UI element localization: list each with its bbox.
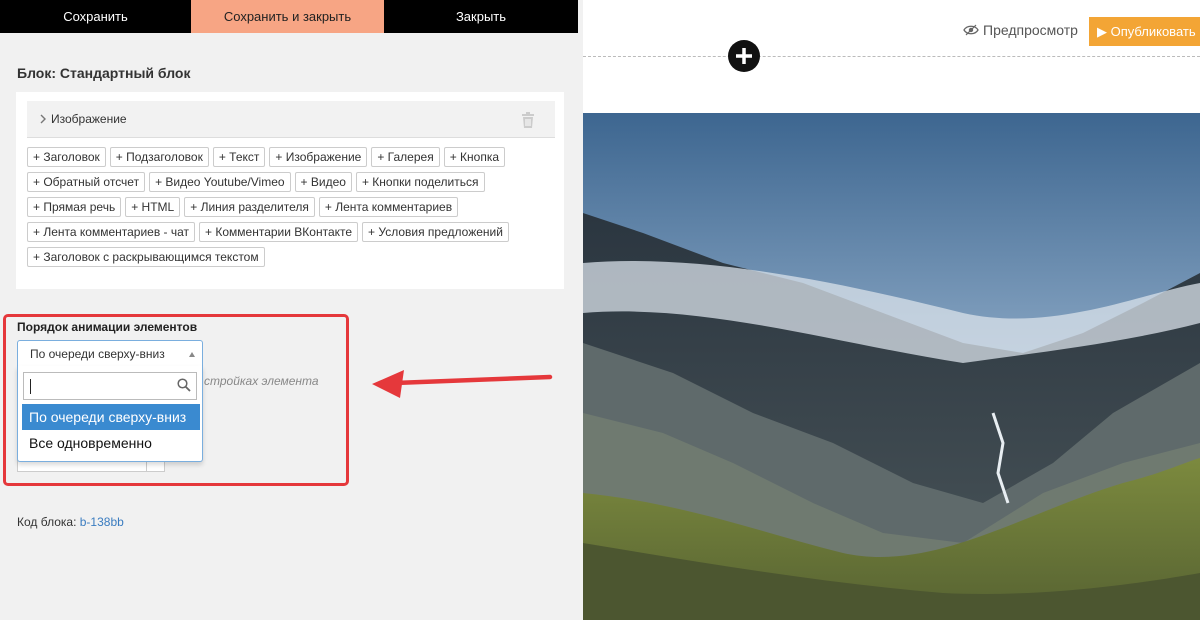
block-code: Код блока: b-138bb bbox=[17, 515, 124, 529]
add-buttons-row: + Лента комментариев - чат + Комментарии… bbox=[27, 222, 557, 242]
add-comments-chat-button[interactable]: + Лента комментариев - чат bbox=[27, 222, 196, 242]
add-video-button[interactable]: + Видео bbox=[294, 172, 352, 192]
add-youtube-video-button[interactable]: + Видео Youtube/Vimeo bbox=[149, 172, 291, 192]
animation-order-selected-value: По очереди сверху-вниз bbox=[30, 347, 165, 361]
add-buttons-row: + Прямая речь + HTML + Линия разделителя… bbox=[27, 197, 557, 217]
settings-hint-text: стройках элемента bbox=[204, 374, 319, 388]
preview-label: Предпросмотр bbox=[983, 22, 1078, 38]
publish-button[interactable]: ▶ Опубликовать и bbox=[1089, 17, 1200, 46]
dropdown-option-sequential[interactable]: По очереди сверху-вниз bbox=[22, 404, 200, 430]
close-button[interactable]: Закрыть bbox=[384, 0, 578, 33]
add-button-button[interactable]: + Кнопка bbox=[443, 147, 506, 167]
save-and-close-button[interactable]: Сохранить и закрыть bbox=[191, 0, 384, 33]
dropdown-option-simultaneous[interactable]: Все одновременно bbox=[22, 430, 200, 456]
add-html-button[interactable]: + HTML bbox=[125, 197, 181, 217]
add-buttons-row: + Обратный отсчет + Видео Youtube/Vimeo … bbox=[27, 172, 557, 192]
block-title: Блок: Стандартный блок bbox=[17, 65, 191, 81]
add-subheading-button[interactable]: + Подзаголовок bbox=[109, 147, 209, 167]
element-item-label: Изображение bbox=[51, 112, 127, 126]
block-divider bbox=[583, 56, 1200, 57]
add-share-buttons-button[interactable]: + Кнопки поделиться bbox=[355, 172, 485, 192]
plus-icon bbox=[736, 48, 752, 64]
trash-icon[interactable] bbox=[521, 112, 535, 133]
preview-button[interactable]: Предпросмотр bbox=[963, 22, 1078, 38]
add-gallery-button[interactable]: + Галерея bbox=[371, 147, 440, 167]
editor-panel: Сохранить Сохранить и закрыть Закрыть Бл… bbox=[0, 0, 583, 620]
search-icon bbox=[177, 378, 191, 397]
eye-icon bbox=[963, 24, 979, 36]
block-code-label: Код блока: bbox=[17, 515, 77, 529]
text-caret bbox=[30, 379, 31, 394]
add-image-button[interactable]: + Изображение bbox=[269, 147, 368, 167]
editor-toolbar: Сохранить Сохранить и закрыть Закрыть bbox=[0, 0, 578, 33]
element-item-image[interactable]: Изображение bbox=[27, 101, 555, 138]
red-arrow bbox=[372, 370, 553, 398]
animation-order-label: Порядок анимации элементов bbox=[17, 320, 198, 334]
add-element-buttons: + Заголовок + Подзаголовок + Текст + Изо… bbox=[27, 147, 557, 272]
select-arrow-icon bbox=[189, 352, 195, 357]
add-expandable-heading-button[interactable]: + Заголовок с раскрывающимся текстом bbox=[27, 247, 265, 267]
block-code-link[interactable]: b-138bb bbox=[80, 515, 124, 529]
elements-box: Изображение + Заголовок + Подзаголовок +… bbox=[16, 92, 564, 289]
save-button[interactable]: Сохранить bbox=[0, 0, 191, 33]
add-buttons-row: + Заголовок + Подзаголовок + Текст + Изо… bbox=[27, 147, 557, 167]
add-buttons-row: + Заголовок с раскрывающимся текстом bbox=[27, 247, 557, 267]
add-heading-button[interactable]: + Заголовок bbox=[27, 147, 106, 167]
add-countdown-button[interactable]: + Обратный отсчет bbox=[27, 172, 146, 192]
chevron-right-icon[interactable] bbox=[39, 112, 49, 126]
add-quote-button[interactable]: + Прямая речь bbox=[27, 197, 122, 217]
mountain-landscape-image bbox=[583, 113, 1200, 620]
add-comments-feed-button[interactable]: + Лента комментариев bbox=[318, 197, 459, 217]
add-vk-comments-button[interactable]: + Комментарии ВКонтакте bbox=[199, 222, 359, 242]
animation-order-dropdown: По очереди сверху-вниз Все одновременно bbox=[17, 366, 203, 462]
add-offer-terms-button[interactable]: + Условия предложений bbox=[362, 222, 509, 242]
add-divider-button[interactable]: + Линия разделителя bbox=[184, 197, 315, 217]
preview-panel: Предпросмотр ▶ Опубликовать и bbox=[583, 0, 1200, 620]
add-block-button[interactable] bbox=[728, 40, 760, 72]
add-text-button[interactable]: + Текст bbox=[212, 147, 266, 167]
animation-order-select[interactable]: По очереди сверху-вниз bbox=[17, 340, 203, 367]
dropdown-search-input[interactable] bbox=[23, 372, 197, 400]
